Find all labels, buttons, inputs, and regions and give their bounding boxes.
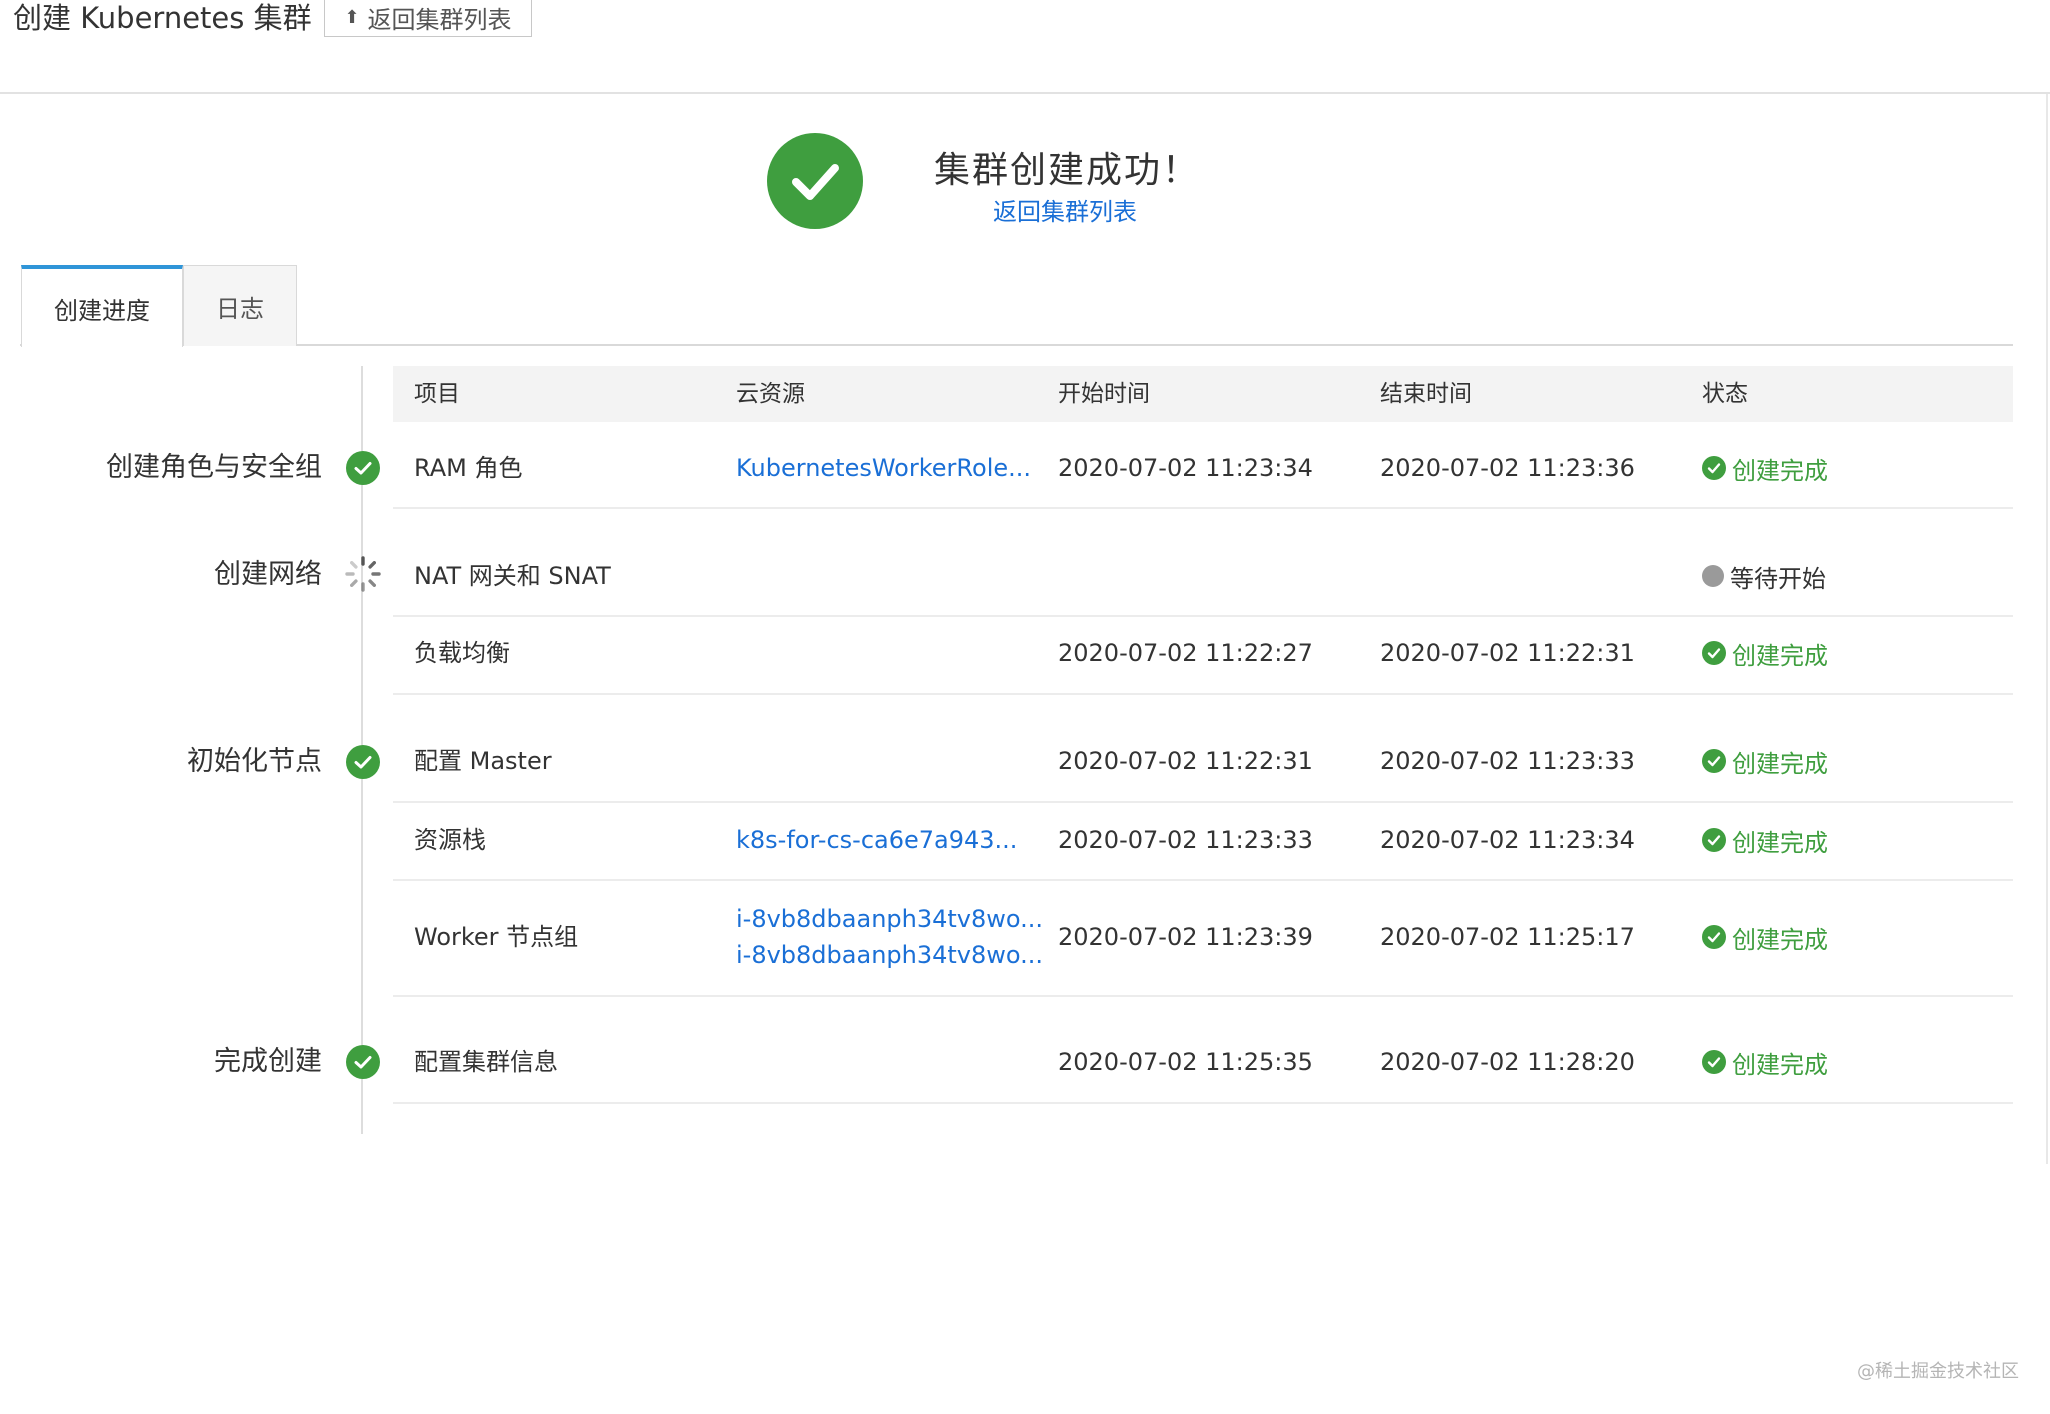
row-divider bbox=[393, 995, 2013, 997]
status-label: 创建完成 bbox=[1732, 925, 1828, 954]
status-badge: 创建完成 bbox=[1702, 922, 1828, 954]
stage-label-roles: 创建角色与安全组 bbox=[106, 452, 322, 483]
row-divider bbox=[393, 507, 2013, 509]
stage-label-network: 创建网络 bbox=[214, 559, 322, 590]
status-label: 创建完成 bbox=[1732, 828, 1828, 857]
header-divider bbox=[0, 92, 2050, 94]
end-time: 2020-07-02 11:28:20 bbox=[1380, 1048, 1635, 1076]
item-name: 配置集群信息 bbox=[414, 1048, 558, 1076]
tab-logs[interactable]: 日志 bbox=[183, 265, 297, 346]
start-time: 2020-07-02 11:22:27 bbox=[1058, 639, 1313, 667]
stage-label-finish: 完成创建 bbox=[214, 1046, 322, 1077]
loading-spinner-icon bbox=[343, 554, 383, 594]
upload-arrow-icon: ⬆︎ bbox=[344, 6, 360, 28]
item-name: 负载均衡 bbox=[414, 639, 510, 667]
resource-link[interactable]: k8s-for-cs-ca6e7a943... bbox=[736, 825, 1017, 855]
status-label: 创建完成 bbox=[1732, 1050, 1828, 1079]
item-name: RAM 角色 bbox=[414, 454, 523, 482]
panel-right-border bbox=[2046, 94, 2048, 1164]
column-header-end-time: 结束时间 bbox=[1380, 381, 1472, 407]
status-badge: 创建完成 bbox=[1702, 453, 1828, 485]
table-header bbox=[393, 366, 2013, 422]
status-badge: 创建完成 bbox=[1702, 825, 1828, 857]
status-label: 等待开始 bbox=[1730, 564, 1826, 593]
tabs-divider bbox=[20, 344, 2013, 346]
end-time: 2020-07-02 11:22:31 bbox=[1380, 639, 1635, 667]
start-time: 2020-07-02 11:23:39 bbox=[1058, 923, 1313, 951]
end-time: 2020-07-02 11:23:34 bbox=[1380, 826, 1635, 854]
watermark: @稀土掘金技术社区 bbox=[1857, 1361, 2019, 1382]
row-divider bbox=[393, 879, 2013, 881]
start-time: 2020-07-02 11:23:33 bbox=[1058, 826, 1313, 854]
end-time: 2020-07-02 11:25:17 bbox=[1380, 923, 1635, 951]
row-divider bbox=[393, 801, 2013, 803]
status-check-icon bbox=[1702, 925, 1726, 949]
row-divider bbox=[393, 1102, 2013, 1104]
status-check-icon bbox=[1702, 641, 1726, 665]
start-time: 2020-07-02 11:23:34 bbox=[1058, 454, 1313, 482]
status-check-icon bbox=[1702, 456, 1726, 480]
row-divider bbox=[393, 693, 2013, 695]
item-name: NAT 网关和 SNAT bbox=[414, 562, 611, 590]
status-check-icon bbox=[1702, 828, 1726, 852]
status-check-icon bbox=[1702, 749, 1726, 773]
column-header-start-time: 开始时间 bbox=[1058, 381, 1150, 407]
success-check-icon bbox=[767, 133, 863, 229]
status-check-icon bbox=[1702, 1050, 1726, 1074]
item-name: Worker 节点组 bbox=[414, 923, 579, 951]
status-badge: 创建完成 bbox=[1702, 638, 1828, 670]
item-name: 配置 Master bbox=[414, 747, 552, 775]
stage-label-init-nodes: 初始化节点 bbox=[187, 746, 322, 777]
stage-check-icon bbox=[346, 451, 380, 485]
resource-link[interactable]: KubernetesWorkerRole... bbox=[736, 453, 1031, 483]
resource-link[interactable]: i-8vb8dbaanph34tv8wo... bbox=[736, 940, 1043, 970]
end-time: 2020-07-02 11:23:36 bbox=[1380, 454, 1635, 482]
stage-check-icon bbox=[346, 745, 380, 779]
back-button-label: 返回集群列表 bbox=[367, 5, 512, 34]
status-label: 创建完成 bbox=[1732, 456, 1828, 485]
item-name: 资源栈 bbox=[414, 826, 486, 854]
back-to-cluster-list-link[interactable]: 返回集群列表 bbox=[993, 196, 1137, 228]
back-to-cluster-list-button[interactable]: ⬆︎ 返回集群列表 bbox=[324, 0, 532, 37]
column-header-resource: 云资源 bbox=[736, 381, 805, 407]
resource-link[interactable]: i-8vb8dbaanph34tv8wo... bbox=[736, 904, 1043, 934]
column-header-item: 项目 bbox=[414, 381, 460, 407]
status-badge: 创建完成 bbox=[1702, 746, 1828, 778]
start-time: 2020-07-02 11:25:35 bbox=[1058, 1048, 1313, 1076]
column-header-status: 状态 bbox=[1702, 381, 1748, 407]
end-time: 2020-07-02 11:23:33 bbox=[1380, 747, 1635, 775]
status-pending-dot-icon bbox=[1702, 565, 1724, 587]
status-label: 创建完成 bbox=[1732, 641, 1828, 670]
start-time: 2020-07-02 11:22:31 bbox=[1058, 747, 1313, 775]
row-divider bbox=[393, 615, 2013, 617]
status-badge: 等待开始 bbox=[1702, 561, 1826, 593]
tab-progress[interactable]: 创建进度 bbox=[21, 265, 183, 347]
page-title: 创建 Kubernetes 集群 bbox=[13, 1, 312, 35]
stage-check-icon bbox=[346, 1045, 380, 1079]
status-badge: 创建完成 bbox=[1702, 1047, 1828, 1079]
success-title: 集群创建成功！ bbox=[934, 150, 1201, 191]
status-label: 创建完成 bbox=[1732, 749, 1828, 778]
